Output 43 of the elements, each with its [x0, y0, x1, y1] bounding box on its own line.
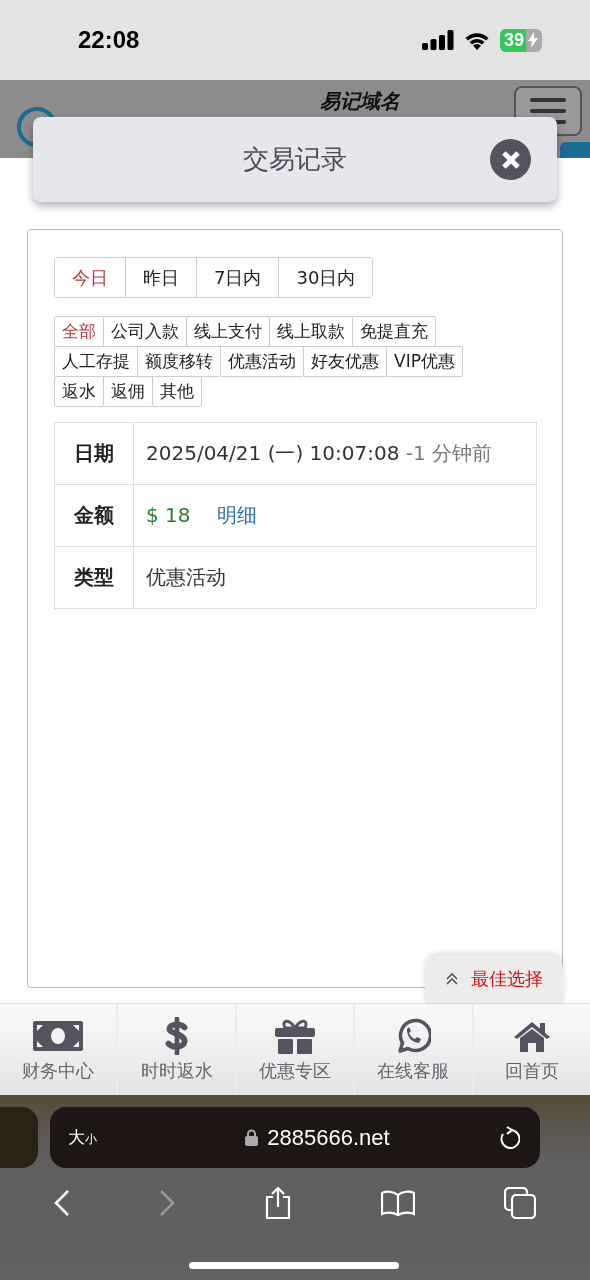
close-button[interactable] — [490, 139, 531, 180]
book-icon[interactable] — [380, 1190, 415, 1216]
address-bar[interactable]: 大小 2885666.net — [50, 1107, 540, 1168]
period-tab[interactable]: 今日 — [55, 258, 126, 297]
category-filter[interactable]: 其他 — [152, 376, 202, 407]
category-filter[interactable]: 人工存提 — [54, 346, 138, 377]
field-label: 日期 — [54, 422, 134, 485]
reload-icon[interactable] — [498, 1125, 520, 1150]
category-filter[interactable]: 返佣 — [103, 376, 153, 407]
text-size-button[interactable]: 大小 — [68, 1126, 97, 1149]
category-filter[interactable]: 全部 — [54, 316, 104, 347]
type-value: 优惠活动 — [146, 565, 226, 589]
share-icon[interactable] — [264, 1186, 292, 1220]
detail-link[interactable]: 明细 — [216, 503, 257, 527]
close-icon — [500, 149, 521, 170]
status-time: 22:08 — [78, 26, 140, 54]
url-text: 2885666.net — [267, 1124, 390, 1151]
field-label: 类型 — [54, 546, 134, 609]
category-filter[interactable]: 返水 — [54, 376, 104, 407]
category-filter[interactable]: 免提直充 — [352, 316, 436, 347]
best-choice-button[interactable]: 最佳选择 — [425, 955, 563, 1003]
dialog-title: 交易记录 — [243, 143, 347, 176]
field-label: 金额 — [54, 484, 134, 547]
category-filter[interactable]: 额度移转 — [137, 346, 221, 377]
category-filter[interactable]: VIP优惠 — [386, 346, 463, 377]
relative-time: -1 分钟前 — [405, 441, 493, 465]
category-filter[interactable]: 优惠活动 — [220, 346, 304, 377]
nav-item[interactable]: 回首页 — [473, 1004, 590, 1095]
category-filter[interactable]: 线上取款 — [269, 316, 353, 347]
date-time: 2025/04/21 (一) 10:07:08 — [146, 441, 400, 465]
category-filter[interactable]: 好友优惠 — [303, 346, 387, 377]
dollar-icon — [163, 1016, 190, 1055]
category-filter[interactable]: 线上支付 — [186, 316, 270, 347]
signal-icon — [421, 30, 454, 50]
lock-icon — [245, 1129, 259, 1146]
category-filter[interactable]: 公司入款 — [103, 316, 187, 347]
battery-indicator: 39 — [499, 28, 542, 52]
back-icon[interactable] — [54, 1189, 71, 1217]
chat-phone-icon — [395, 1016, 432, 1055]
double-chevron-up-icon — [445, 972, 459, 986]
amount: $ 18 — [146, 503, 191, 527]
site-title: 易记域名 — [320, 88, 400, 115]
tabs-icon[interactable] — [503, 1187, 536, 1219]
